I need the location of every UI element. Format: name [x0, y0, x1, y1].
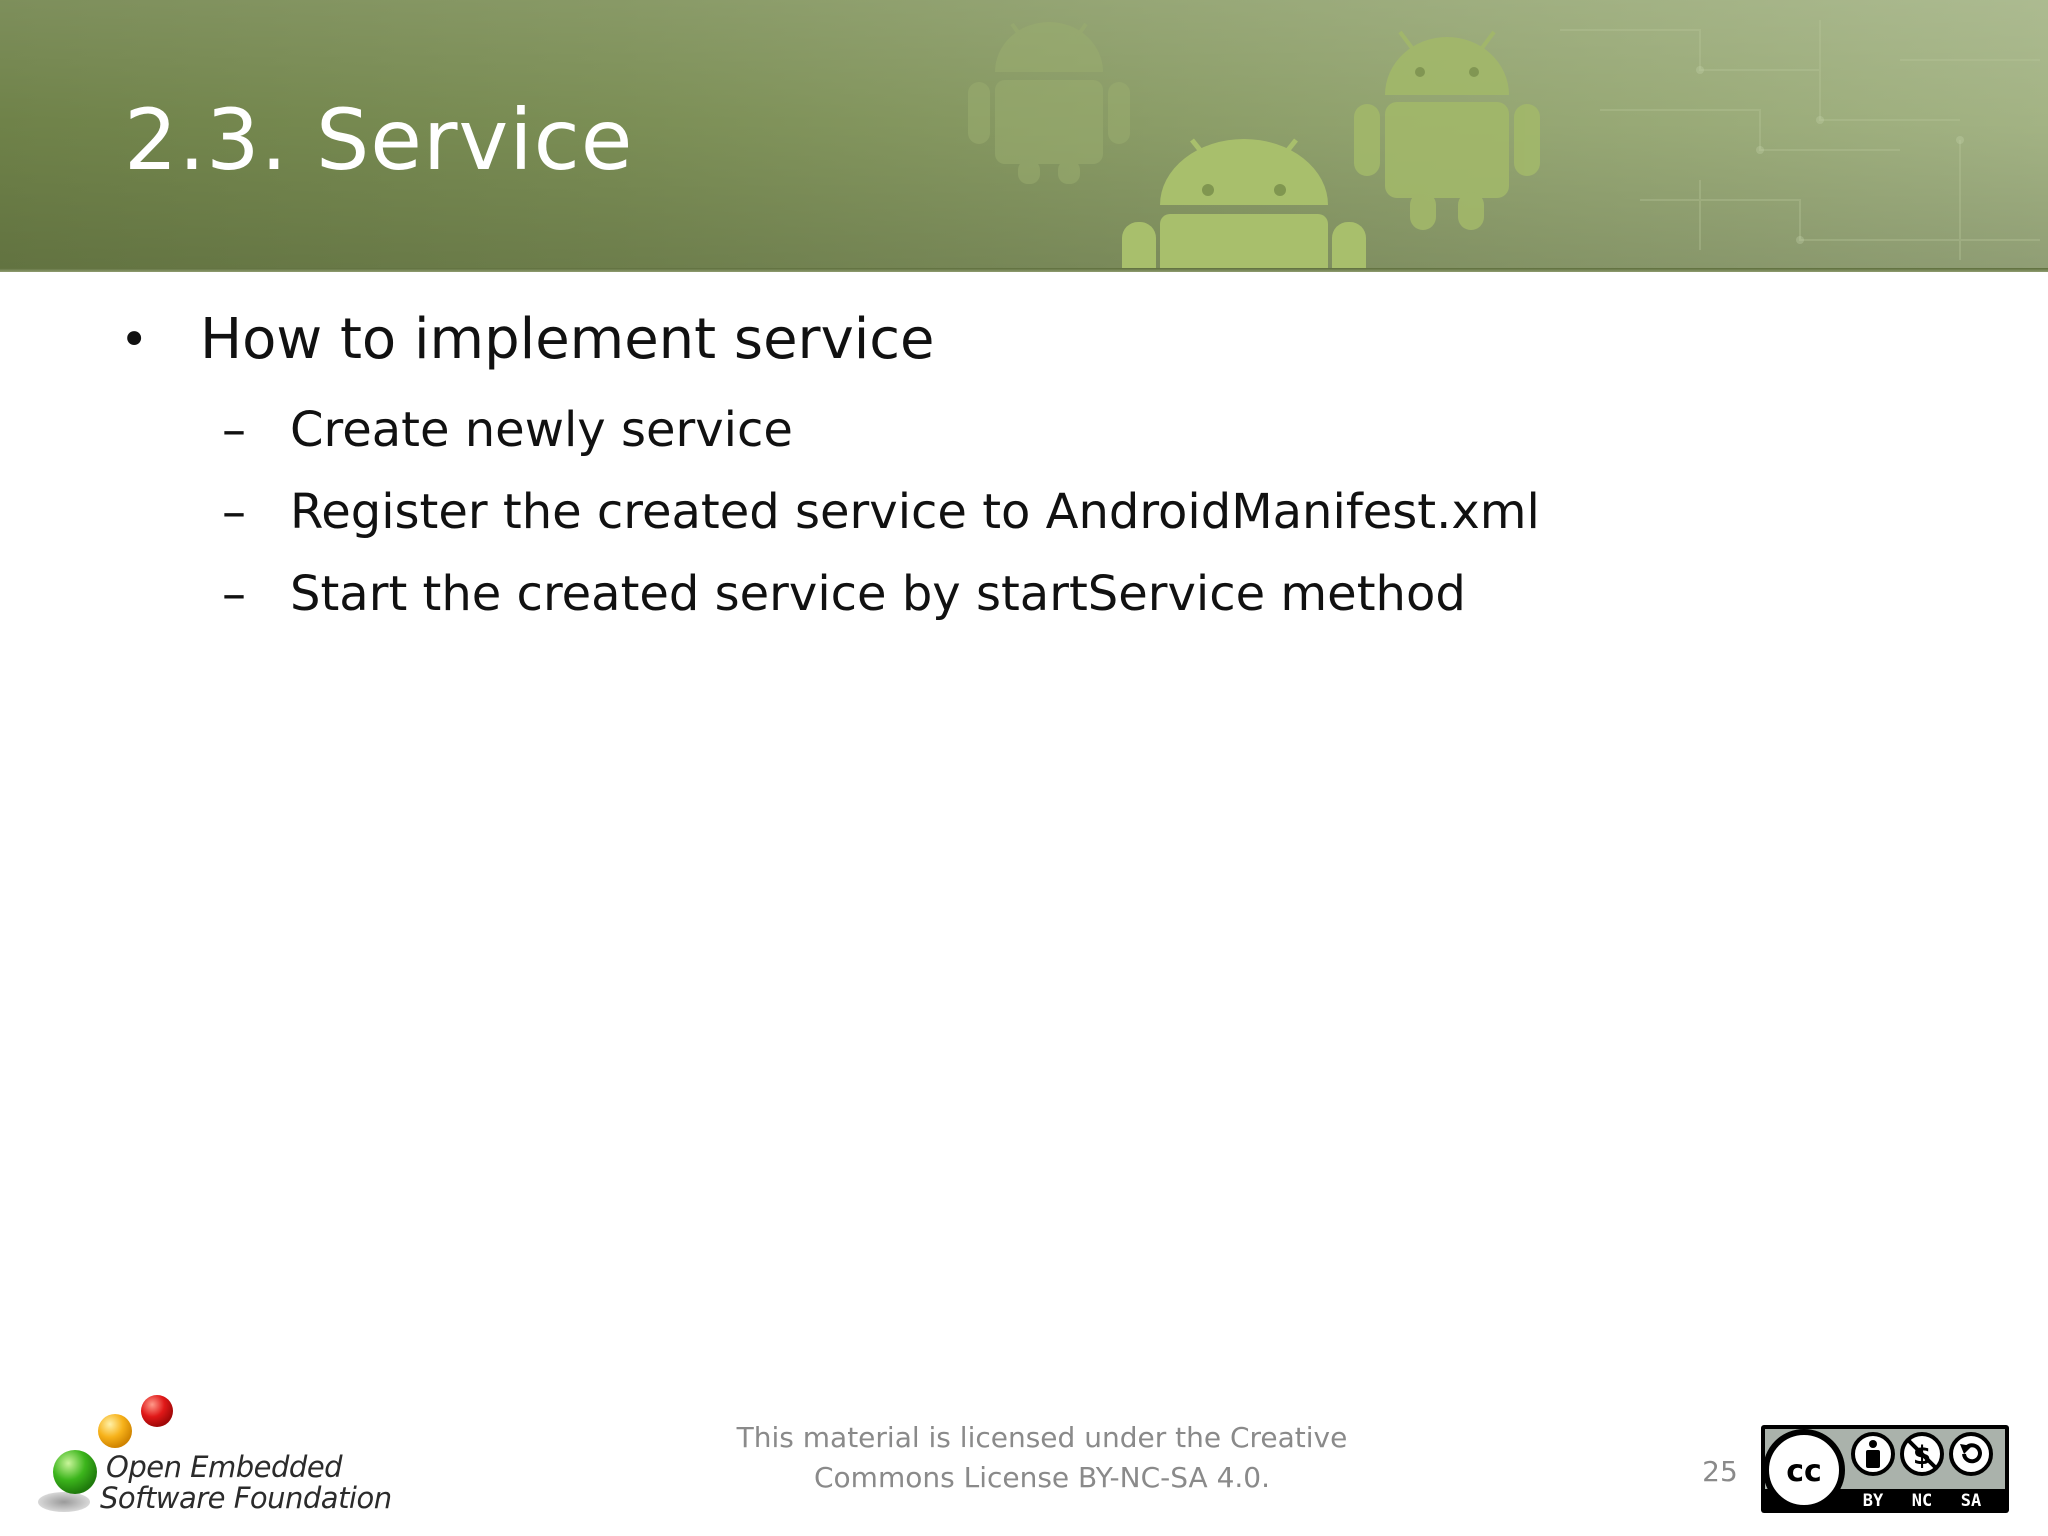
page-number: 25 [1702, 1455, 1738, 1488]
bullet-item: • How to implement service [120, 302, 935, 378]
sub-bullet-text: Start the created service by startServic… [290, 566, 1466, 622]
sub-bullet-text: Register the created service to AndroidM… [290, 484, 1540, 540]
oesf-logo-line2: Software Foundation [100, 1481, 392, 1515]
sub-bullet-marker: – [222, 402, 246, 458]
sub-bullet-item: – Start the created service by startServ… [222, 562, 1466, 626]
license-line-2: Commons License BY-NC-SA 4.0. [814, 1461, 1270, 1494]
cc-label-sa: SA [1961, 1491, 1981, 1511]
header-divider [0, 268, 2048, 272]
oesf-logo-line1: Open Embedded [106, 1450, 343, 1484]
sub-bullet-text: Create newly service [290, 402, 793, 458]
bullet-text: How to implement service [200, 307, 935, 372]
header-banner: 2.3. Service [0, 0, 2048, 272]
sub-bullet-item: – Register the created service to Androi… [222, 480, 1540, 544]
cc-by-nc-sa-badge-icon: cc $ BY NC SA [1761, 1425, 2009, 1513]
cc-label-nc: NC [1912, 1491, 1932, 1511]
sub-bullet-marker: – [222, 566, 246, 622]
sub-bullet-item: – Create newly service [222, 398, 793, 462]
cc-label-by: BY [1863, 1491, 1884, 1511]
license-notice: This material is licensed under the Crea… [700, 1418, 1384, 1498]
license-line-1: This material is licensed under the Crea… [736, 1421, 1348, 1454]
slide-title: 2.3. Service [124, 91, 634, 189]
svg-text:cc: cc [1786, 1454, 1822, 1489]
sub-bullet-marker: – [222, 484, 246, 540]
oesf-logo-text: Open Embedded Software Foundation [100, 1450, 392, 1514]
oesf-logo: Open Embedded Software Foundation [36, 1390, 396, 1520]
bullet-marker: • [120, 312, 149, 368]
